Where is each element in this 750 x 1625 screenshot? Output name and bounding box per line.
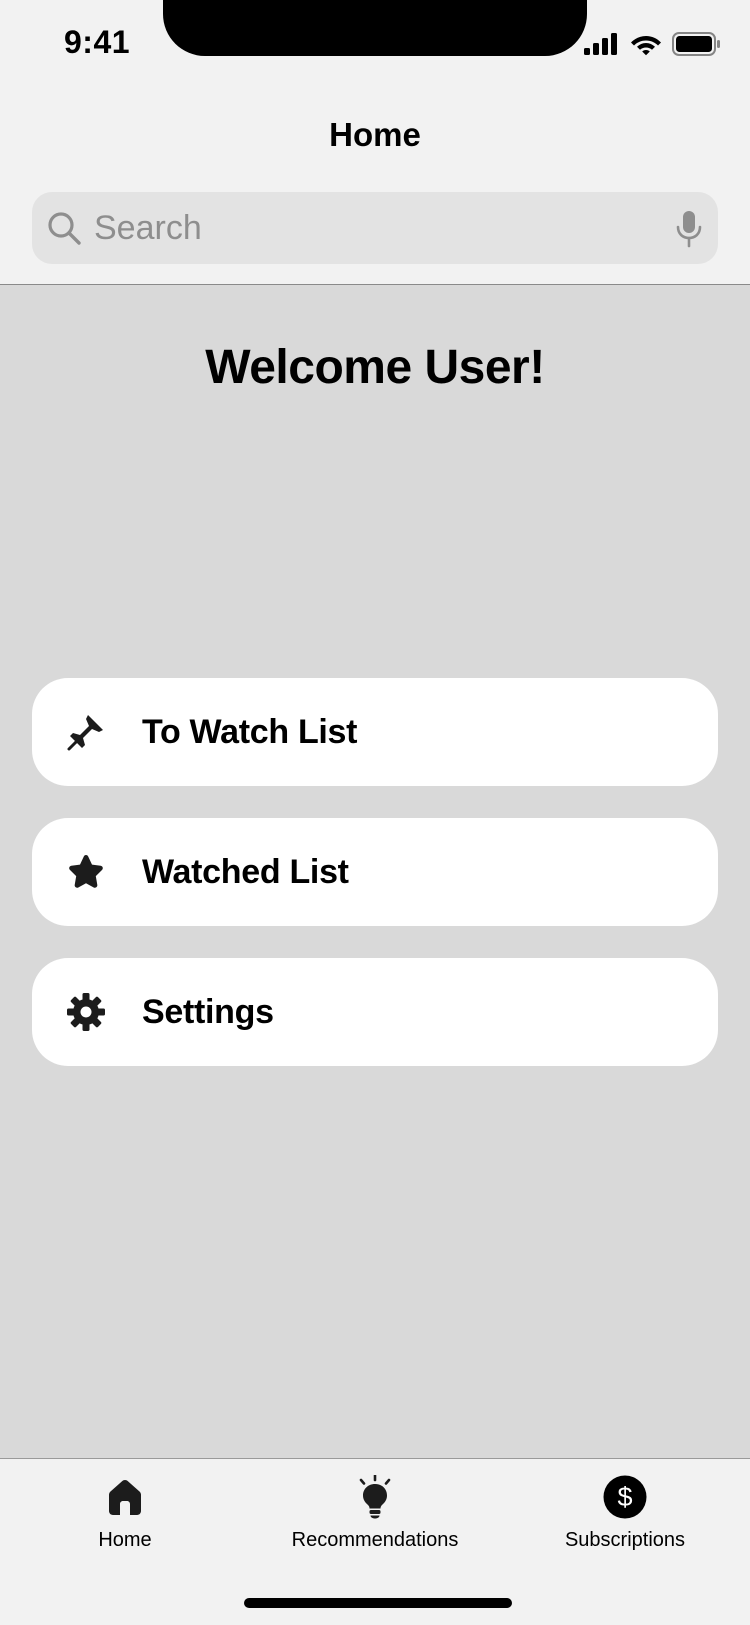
page-title: Home — [329, 116, 421, 153]
watched-list-button[interactable]: Watched List — [32, 818, 718, 926]
search-icon — [48, 212, 81, 245]
status-icons — [584, 32, 720, 56]
search-input[interactable] — [90, 192, 654, 264]
to-watch-list-button[interactable]: To Watch List — [32, 678, 718, 786]
device-notch — [163, 0, 587, 56]
home-indicator — [244, 1598, 512, 1608]
status-bar: 9:41 — [0, 0, 750, 88]
tab-subscriptions[interactable]: $ Subscriptions — [500, 1459, 750, 1569]
gear-icon — [67, 993, 105, 1031]
menu-item-label: Settings — [142, 993, 274, 1031]
search-bar[interactable] — [32, 192, 718, 264]
tab-home[interactable]: Home — [0, 1459, 250, 1569]
pin-icon — [67, 715, 103, 751]
welcome-heading: Welcome User! — [205, 341, 545, 394]
battery-icon — [672, 32, 720, 56]
tab-label: Subscriptions — [564, 1529, 686, 1551]
dollar-icon: $ — [603, 1475, 647, 1519]
header: Home — [0, 88, 750, 285]
menu-item-label: Watched List — [142, 853, 349, 891]
microphone-icon[interactable] — [674, 210, 704, 248]
tab-label: Home — [98, 1529, 152, 1551]
wifi-icon — [631, 36, 661, 56]
home-icon — [109, 1480, 141, 1515]
tab-label: Recommendations — [291, 1529, 459, 1551]
svg-text:$: $ — [617, 1482, 632, 1512]
settings-button[interactable]: Settings — [32, 958, 718, 1066]
tab-recommendations[interactable]: Recommendations — [250, 1459, 500, 1569]
cellular-signal-icon — [584, 33, 617, 55]
star-icon — [69, 855, 103, 888]
lightbulb-icon — [359, 1475, 391, 1519]
status-time: 9:41 — [64, 24, 131, 60]
menu-item-label: To Watch List — [142, 713, 358, 751]
